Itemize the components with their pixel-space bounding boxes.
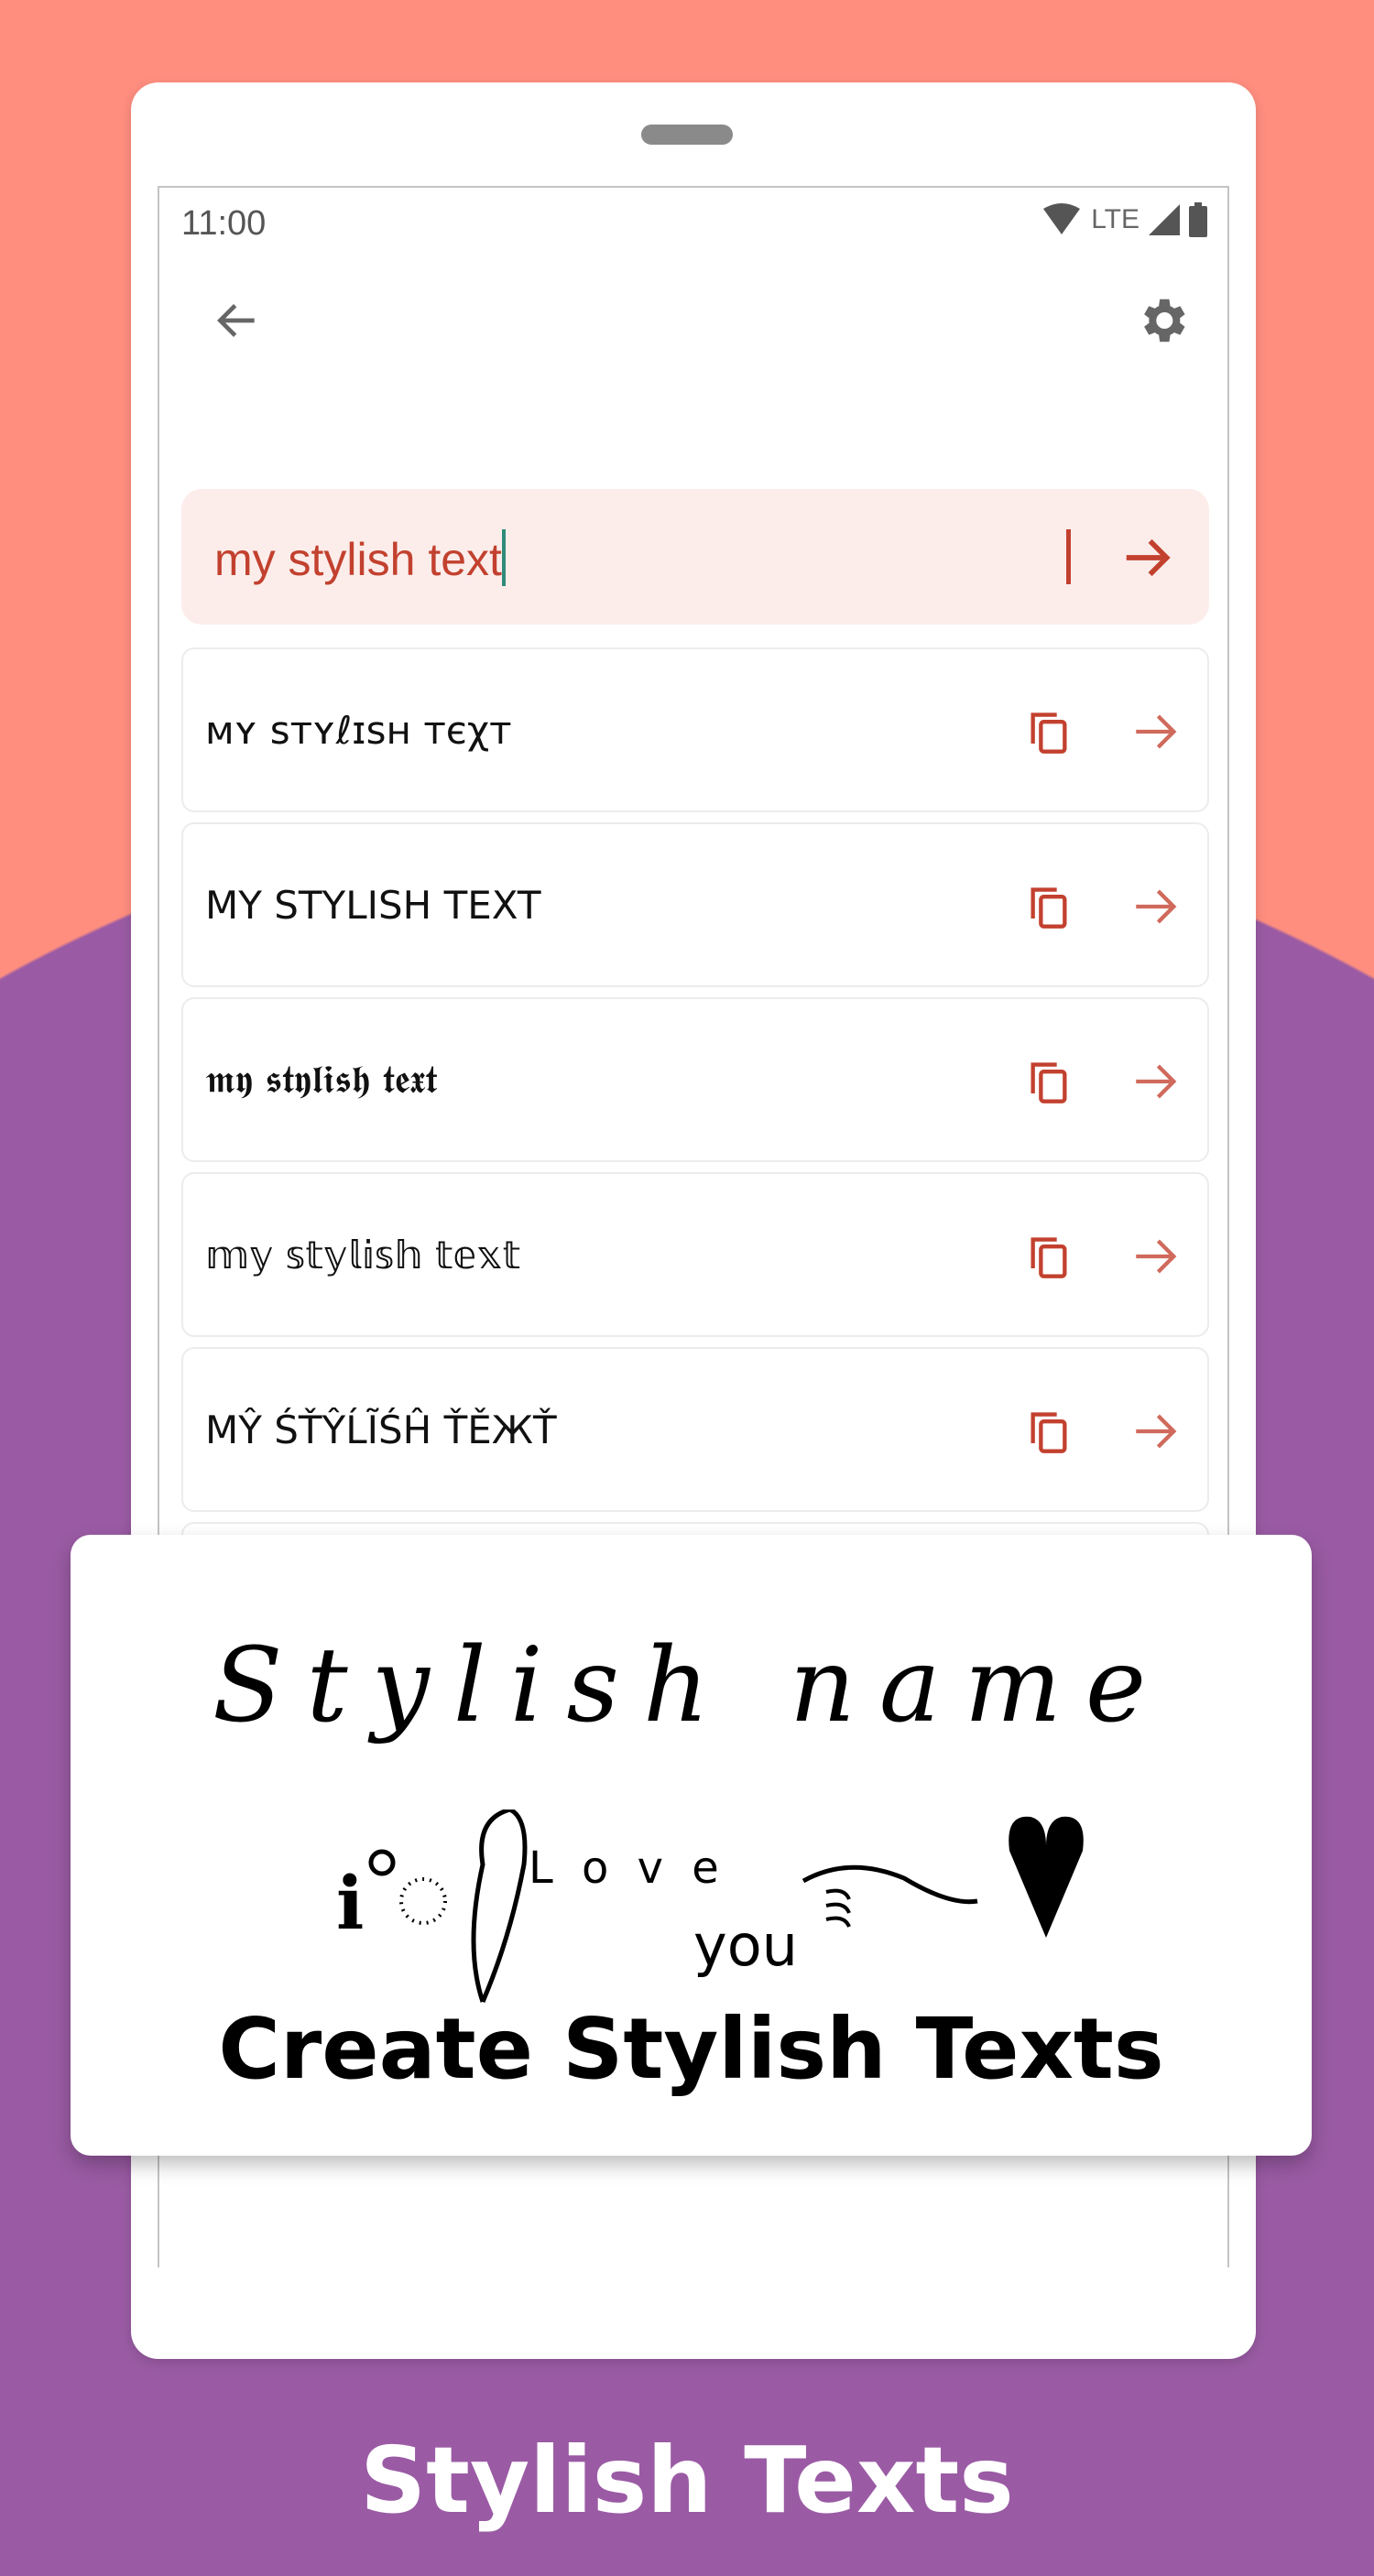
result-row[interactable]: MŶ ŚŤŶĹĨŚĤ ŤĚЖŤ bbox=[181, 1347, 1209, 1512]
back-button[interactable] bbox=[196, 279, 278, 362]
gear-icon bbox=[1144, 299, 1185, 342]
open-button[interactable] bbox=[1115, 865, 1197, 948]
network-type: LTE bbox=[1091, 204, 1140, 234]
result-row[interactable]: MY STYLISH TEXT bbox=[181, 822, 1209, 987]
status-bar: 11:00 LTE bbox=[159, 188, 1227, 261]
text-cursor bbox=[501, 529, 506, 586]
open-button[interactable] bbox=[1115, 1390, 1197, 1473]
arrow-right-icon bbox=[1136, 1064, 1177, 1099]
apply-button[interactable] bbox=[1107, 516, 1189, 599]
battery-icon bbox=[1189, 202, 1207, 237]
swirl-line bbox=[471, 1810, 528, 2003]
result-row[interactable]: 𝕞𝕪 𝕤𝕥𝕪𝕝𝕚𝕤𝕙 𝕥𝕖𝕩𝕥 bbox=[181, 1172, 1209, 1337]
wifi-icon bbox=[1043, 203, 1081, 234]
i-love-you-art: i L o v e you bbox=[336, 1810, 1084, 2003]
result-row[interactable]: 𝖒𝖞 𝖘𝖙𝖞𝖑𝖎𝖘𝖍 𝖙𝖊𝖝𝖙 bbox=[181, 997, 1209, 1162]
promo-banner: Stylish name i L o v e you Create Stylis… bbox=[71, 1535, 1312, 2156]
copy-icon bbox=[1030, 1412, 1067, 1453]
love-art-love: L o v e bbox=[529, 1842, 726, 1894]
styled-text: MY STYLISH TEXT bbox=[205, 882, 541, 928]
swoosh bbox=[802, 1864, 978, 1905]
open-button[interactable] bbox=[1115, 1040, 1197, 1123]
settings-button[interactable] bbox=[1121, 279, 1204, 362]
copy-button[interactable] bbox=[1008, 1390, 1090, 1473]
styled-text: 𝕞𝕪 𝕤𝕥𝕪𝕝𝕚𝕤𝕙 𝕥𝕖𝕩𝕥 bbox=[205, 1232, 521, 1277]
footer-title: Stylish Texts bbox=[360, 2427, 1014, 2534]
love-art-you: you bbox=[693, 1912, 798, 1979]
styled-text: 𝖒𝖞 𝖘𝖙𝖞𝖑𝖎𝖘𝖍 𝖙𝖊𝖝𝖙 bbox=[205, 1057, 438, 1102]
search-input[interactable]: my stylish text bbox=[214, 529, 506, 586]
swoosh-marks bbox=[825, 1888, 851, 1928]
search-input-value: my stylish text bbox=[214, 534, 502, 585]
degree-ring bbox=[368, 1849, 396, 1876]
copy-button[interactable] bbox=[1008, 1040, 1090, 1123]
arrow-right-icon bbox=[1136, 1414, 1177, 1449]
copy-icon bbox=[1030, 887, 1067, 929]
phone-speaker bbox=[641, 125, 733, 145]
arrow-right-icon bbox=[1126, 538, 1171, 577]
dotted-circle bbox=[399, 1877, 447, 1925]
arrow-right-icon bbox=[1136, 714, 1177, 749]
copy-icon bbox=[1030, 1062, 1067, 1103]
copy-icon bbox=[1030, 1237, 1067, 1278]
signal-icon bbox=[1149, 204, 1180, 235]
styled-text: MŶ ŚŤŶĹĨŚĤ ŤĚЖŤ bbox=[205, 1407, 557, 1452]
arrow-left-icon bbox=[217, 304, 255, 337]
banner-title: Create Stylish Texts bbox=[218, 2000, 1164, 2098]
text-input-box[interactable]: my stylish text bbox=[181, 489, 1209, 625]
arrow-right-icon bbox=[1136, 889, 1177, 924]
copy-icon bbox=[1030, 712, 1067, 754]
arrow-right-icon bbox=[1136, 1239, 1177, 1274]
open-button[interactable] bbox=[1115, 1215, 1197, 1298]
love-art-i: i bbox=[336, 1860, 364, 1946]
banner-script-title: Stylish name bbox=[212, 1626, 1171, 1745]
copy-button[interactable] bbox=[1008, 690, 1090, 773]
result-row[interactable]: ᴍʏ ꜱᴛʏℓɪꜱʜ ᴛєχᴛ bbox=[181, 647, 1209, 812]
copy-button[interactable] bbox=[1008, 865, 1090, 948]
open-button[interactable] bbox=[1115, 690, 1197, 773]
divider-bar bbox=[1066, 529, 1071, 584]
status-time: 11:00 bbox=[181, 204, 267, 243]
styled-text: ᴍʏ ꜱᴛʏℓɪꜱʜ ᴛєχᴛ bbox=[205, 707, 512, 753]
heart-icon bbox=[1009, 1816, 1084, 1938]
copy-button[interactable] bbox=[1008, 1215, 1090, 1298]
